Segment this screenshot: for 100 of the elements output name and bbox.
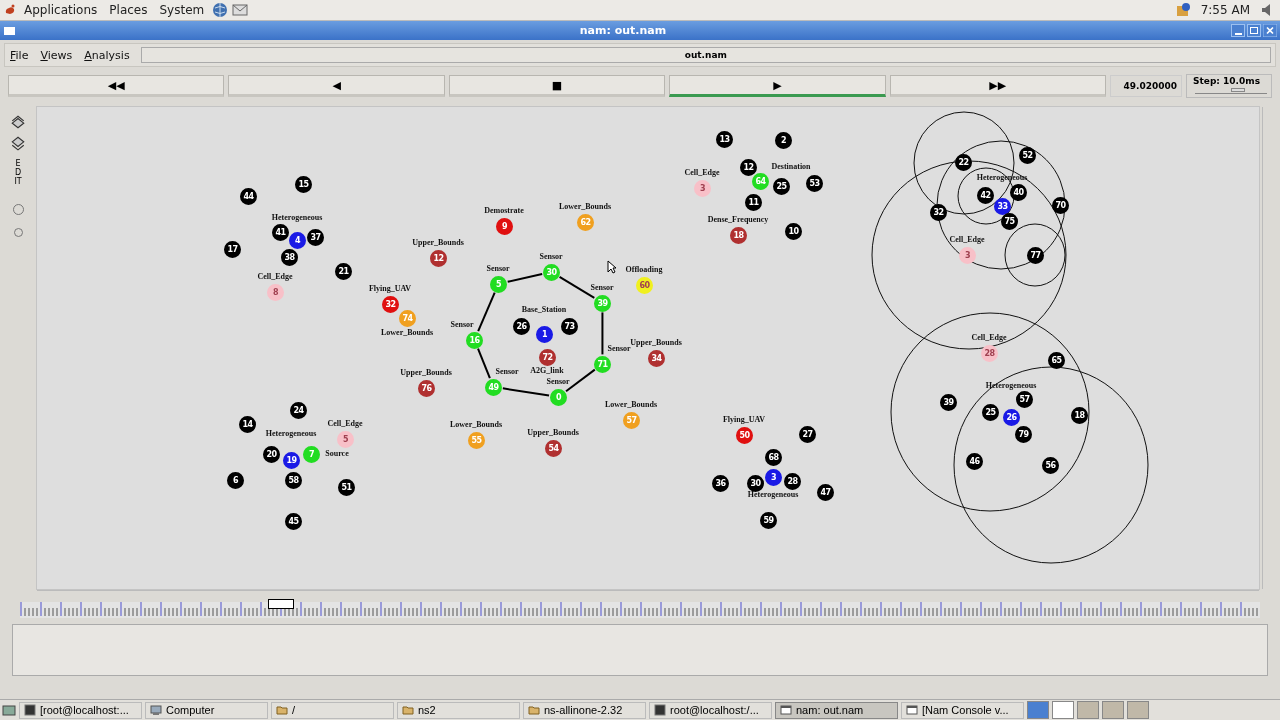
- time-marker-icon[interactable]: [268, 599, 295, 609]
- workspace-switcher[interactable]: [1102, 701, 1124, 719]
- node: 77: [1027, 247, 1044, 264]
- workspace-switcher[interactable]: [1077, 701, 1099, 719]
- node: 54: [545, 440, 562, 457]
- node: 72: [539, 349, 556, 366]
- step-slider[interactable]: [1195, 90, 1268, 94]
- window-menu-icon[interactable]: [4, 26, 15, 35]
- maximize-button[interactable]: [1247, 24, 1261, 37]
- taskbar-button[interactable]: nam: out.nam: [775, 701, 898, 719]
- panel-menu[interactable]: Applications: [20, 3, 102, 17]
- node: 10: [785, 223, 802, 240]
- node: 39: [594, 295, 611, 312]
- move-tool-icon[interactable]: [10, 135, 26, 151]
- node: 34: [648, 350, 665, 367]
- node: 8: [267, 284, 284, 301]
- playback-button[interactable]: ■: [448, 75, 666, 97]
- taskbar-label: [root@localhost:...: [40, 704, 129, 716]
- node: 46: [966, 453, 983, 470]
- node: 57: [623, 412, 640, 429]
- playback-button[interactable]: ◀◀: [8, 75, 225, 97]
- node-label: Upper_Bounds: [527, 429, 579, 437]
- minimize-button[interactable]: [1231, 24, 1245, 37]
- node: 25: [773, 178, 790, 195]
- taskbar-button[interactable]: ns2: [397, 701, 520, 719]
- node: 19: [283, 452, 300, 469]
- node: 58: [285, 472, 302, 489]
- node: 17: [224, 241, 241, 258]
- node: 18: [730, 227, 747, 244]
- globe-icon[interactable]: [212, 2, 229, 18]
- node: 76: [418, 380, 435, 397]
- file-name-field[interactable]: out.nam: [140, 47, 1271, 63]
- node: 3: [765, 469, 782, 486]
- menu-item[interactable]: Analysis: [79, 48, 135, 62]
- workspace-switcher[interactable]: [1052, 701, 1074, 719]
- workspace-switcher[interactable]: [1127, 701, 1149, 719]
- node-label: Lower_Bounds: [381, 329, 433, 337]
- node: 57: [1016, 391, 1033, 408]
- taskbar-button[interactable]: ns-allinone-2.32: [523, 701, 646, 719]
- node: 70: [1052, 197, 1069, 214]
- node: 28: [981, 345, 998, 362]
- node-label: Source: [325, 450, 349, 458]
- link-line: [476, 347, 491, 380]
- node: 12: [430, 250, 447, 267]
- node: 15: [295, 176, 312, 193]
- node-label: Cell_Edge: [971, 334, 1007, 342]
- node: 25: [982, 404, 999, 421]
- close-button[interactable]: [1263, 24, 1277, 37]
- terminal-icon: [654, 704, 666, 716]
- node: 45: [285, 513, 302, 530]
- taskbar-button[interactable]: Computer: [145, 701, 268, 719]
- window-icon: [780, 704, 792, 716]
- mouse-pointer-icon: [607, 260, 617, 274]
- node-label: Sensor: [607, 345, 631, 353]
- node: 6: [227, 472, 244, 489]
- node: 74: [399, 310, 416, 327]
- workspace-switcher[interactable]: [1027, 701, 1049, 719]
- edit-tool[interactable]: ED IT: [13, 159, 23, 186]
- panel-menu[interactable]: Places: [105, 3, 152, 17]
- menu-item[interactable]: File: [5, 48, 34, 62]
- menu-item[interactable]: Views: [35, 48, 78, 62]
- node: 60: [636, 277, 653, 294]
- foot-logo-icon[interactable]: [4, 4, 16, 16]
- node-label: Destination: [771, 163, 811, 171]
- node-label: Cell_Edge: [684, 169, 720, 177]
- playback-button[interactable]: ◀: [228, 75, 445, 97]
- taskbar-button[interactable]: root@localhost:/...: [649, 701, 772, 719]
- playback-button[interactable]: ▶▶: [889, 75, 1107, 97]
- panel-menu[interactable]: System: [155, 3, 209, 17]
- link-line: [476, 291, 496, 333]
- node-label: Sensor: [495, 368, 519, 376]
- folder-icon: [402, 704, 414, 716]
- update-icon[interactable]: [1174, 2, 1191, 18]
- node-label: Lower_Bounds: [605, 401, 657, 409]
- node-label: Cell_Edge: [327, 420, 363, 428]
- node: 73: [561, 318, 578, 335]
- taskbar-label: ns2: [418, 704, 436, 716]
- node-label: Offloading: [625, 266, 663, 274]
- select-tool-icon[interactable]: [10, 114, 26, 130]
- node: 26: [513, 318, 530, 335]
- show-desktop-icon[interactable]: [2, 703, 16, 717]
- node: 79: [1015, 426, 1032, 443]
- taskbar-button[interactable]: /: [271, 701, 394, 719]
- node: 65: [1048, 352, 1065, 369]
- timeline-slider[interactable]: [20, 602, 1260, 618]
- taskbar-button[interactable]: [Nam Console v...: [901, 701, 1024, 719]
- node: 3: [959, 247, 976, 264]
- node: 47: [817, 484, 834, 501]
- node-label: Cell_Edge: [949, 236, 985, 244]
- clock[interactable]: 7:55 AM: [1194, 3, 1256, 17]
- node: 42: [977, 187, 994, 204]
- taskbar-label: [Nam Console v...: [922, 704, 1009, 716]
- slider-thumb[interactable]: [1231, 88, 1246, 92]
- mail-icon[interactable]: [232, 2, 249, 18]
- playback-button[interactable]: ▶: [669, 75, 886, 97]
- taskbar-button[interactable]: [root@localhost:...: [19, 701, 142, 719]
- node-label: Lower_Bounds: [450, 421, 502, 429]
- node: 40: [1010, 184, 1027, 201]
- node: 33: [994, 198, 1011, 215]
- node-label: Sensor: [590, 284, 614, 292]
